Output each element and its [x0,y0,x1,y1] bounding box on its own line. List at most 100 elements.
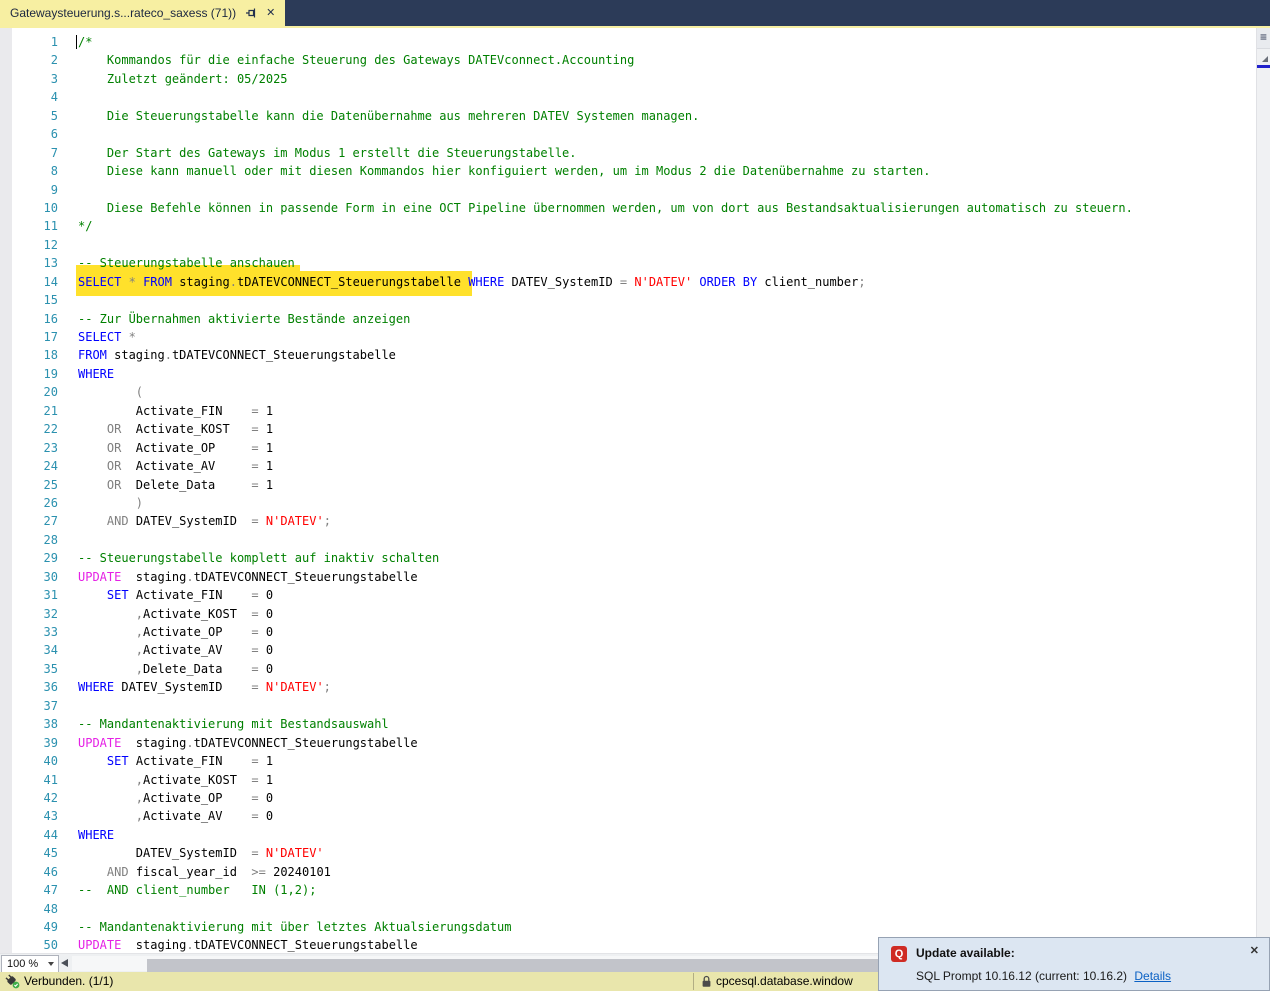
code-line: 45 DATEV_SystemID = N'DATEV' [0,844,1256,862]
code-line: 6 [0,125,1256,143]
code-line: 8 Diese kann manuell oder mit diesen Kom… [0,162,1256,180]
line-number: 26 [43,495,58,510]
code-line: 26 ) [0,494,1256,512]
code-line: 21 Activate_FIN = 1 [0,402,1256,420]
code-line: 7 Der Start des Gateways im Modus 1 erst… [0,144,1256,162]
code-line: 42 ,Activate_OP = 0 [0,789,1256,807]
notification-body: SQL Prompt 10.16.12 (current: 10.16.2) D… [916,969,1171,983]
code-text: ( [135,385,144,400]
line-number: 39 [43,735,58,750]
code-line: 1 /* [0,33,1256,51]
details-link[interactable]: Details [1134,969,1171,983]
line-number: 27 [43,514,58,529]
caret-position-marker [1257,65,1270,68]
code-line: 2 Kommandos für die einfache Steuerung d… [0,51,1256,69]
statusbar-separator [693,973,694,990]
zoom-level-value: 100 % [7,958,39,970]
line-number: 29 [43,551,58,566]
code-text: -- Steuerungstabelle komplett auf inakti… [78,551,440,566]
code-line: 47 -- AND client_number IN (1,2); [0,881,1256,899]
code-line: 49 -- Mandantenaktivierung mit über letzt… [0,918,1256,936]
line-number: 31 [43,588,58,603]
code-text: UPDATE staging.tDATEVCONNECT_Steuerungst… [78,569,418,584]
code-line: 33 ,Activate_OP = 0 [0,623,1256,641]
close-tab-icon[interactable]: ✕ [266,7,275,19]
line-number: 2 [50,53,58,68]
code-line: 20 ( [0,383,1256,401]
code-line: 30 UPDATE staging.tDATEVCONNECT_Steuerung… [0,568,1256,586]
code-line: 46 AND fiscal_year_id >= 20240101 [0,863,1256,881]
code-text: OR Activate_KOST = 1 [106,422,274,437]
code-text: ,Activate_KOST = 1 [135,772,274,787]
line-number: 17 [43,330,58,344]
line-number: 50 [43,938,58,953]
code-line: 41 ,Activate_KOST = 1 [0,771,1256,789]
code-text: /* [78,35,93,49]
code-line: 5 Die Steuerungstabelle kann die Datenüb… [0,107,1256,125]
scroll-marker-arrow-icon [1262,56,1268,62]
line-number: 37 [43,698,58,713]
line-number: 13 [43,256,58,271]
line-number: 48 [43,901,58,916]
vertical-scrollbar[interactable]: ≡ [1256,28,1270,953]
line-number: 7 [50,145,58,160]
code-line: 40 SET Activate_FIN = 1 [0,752,1256,770]
code-text: OR Delete_Data = 1 [106,477,274,492]
chevron-down-icon[interactable] [48,962,54,966]
editor-zoom-select[interactable]: 100 % [1,955,59,973]
code-line: 16 -- Zur Übernahmen aktivierte Bestände … [0,310,1256,328]
line-number: 36 [43,680,58,695]
code-text: Diese kann manuell oder mit diesen Komma… [78,164,931,179]
code-line: 28 [0,531,1256,549]
line-number: 49 [43,920,58,934]
notification-title: Update available: [916,946,1015,960]
code-area: 1 /* 2 Kommandos für die einfache Steuerun… [0,33,1256,953]
code-text: OR Activate_OP = 1 [106,440,274,455]
line-number: 21 [43,403,58,418]
code-line: 23 OR Activate_OP = 1 [0,439,1256,457]
notification-close-icon[interactable]: ✕ [1250,944,1259,957]
code-line: 18 FROM staging.tDATEVCONNECT_Steuerungst… [0,346,1256,364]
code-text: SET Activate_FIN = 0 [106,588,274,603]
line-number: 4 [50,90,58,105]
line-number: 1 [50,35,58,49]
scroll-left-arrow-icon[interactable] [61,959,68,967]
code-text: Diese Befehle können in passende Form in… [78,200,1133,215]
line-number: 10 [43,200,58,215]
code-line: 34 ,Activate_AV = 0 [0,641,1256,659]
code-line: 36 WHERE DATEV_SystemID = N'DATEV'; [0,678,1256,696]
line-number: 6 [50,127,58,142]
line-number: 20 [43,385,58,400]
line-number: 33 [43,625,58,639]
code-line: 27 AND DATEV_SystemID = N'DATEV'; [0,512,1256,530]
code-line: 43 ,Activate_AV = 0 [0,807,1256,825]
document-tab[interactable]: Gatewaysteuerung.s...rateco_saxess (71))… [0,0,286,26]
code-line: 29 -- Steuerungstabelle komplett auf inak… [0,549,1256,567]
code-text: AND DATEV_SystemID = N'DATEV'; [106,514,331,529]
connection-plug-icon [5,974,20,991]
code-line: 3 Zuletzt geändert: 05/2025 [0,70,1256,88]
line-number: 19 [43,366,58,381]
code-text: DATEV_SystemID = N'DATEV' [78,846,324,861]
code-text: ,Activate_AV = 0 [135,643,274,658]
code-text: Zuletzt geändert: 05/2025 [78,71,288,86]
code-line: 10 Diese Befehle können in passende Form… [0,199,1256,217]
line-number: 35 [43,661,58,676]
line-number: 22 [43,422,58,437]
line-number: 18 [43,348,58,363]
line-number: 32 [43,606,58,621]
code-text: Die Steuerungstabelle kann die Datenüber… [78,108,700,123]
code-text: ,Activate_AV = 0 [135,809,274,824]
pin-icon[interactable] [245,7,257,19]
code-text: -- Zur Übernahmen aktivierte Bestände an… [78,311,411,326]
line-number: 11 [43,219,58,234]
code-text: WHERE [78,827,115,842]
line-number: 41 [43,772,58,787]
line-number: 46 [43,864,58,879]
code-line: 32 ,Activate_KOST = 0 [0,605,1256,623]
sql-editor[interactable]: 1 /* 2 Kommandos für die einfache Steuerun… [0,28,1256,953]
scrollbar-options-icon[interactable]: ≡ [1257,28,1270,49]
line-number: 14 [43,274,58,289]
code-text: SELECT * FROM staging.tDATEVCONNECT_Steu… [78,274,866,289]
code-line: 12 [0,236,1256,254]
